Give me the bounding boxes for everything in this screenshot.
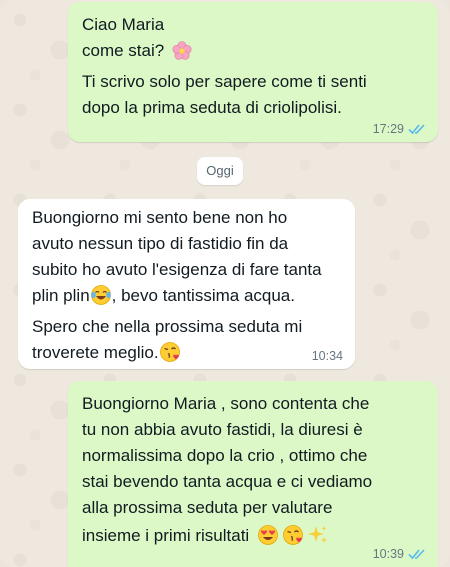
message-line: Ciao Maria (82, 15, 165, 34)
message-text: troverete meglio. (32, 343, 159, 362)
sparkles-emoji-icon (307, 524, 329, 556)
heart-eyes-emoji-icon (257, 524, 279, 556)
outgoing-message-2[interactable]: Buongiorno Maria , sono contenta che tu … (68, 381, 438, 567)
message-line: subito ho avuto l'esigenza di fare tanta (32, 260, 322, 279)
message-text: plin plin (32, 286, 90, 305)
message-line: come stai? (82, 38, 424, 69)
chat-area[interactable]: Ciao Maria come stai? Ti scrivo solo per… (0, 0, 450, 567)
message-line: avuto nessun tipo di fastidio fin da (32, 234, 289, 253)
message-line: alla prossima seduta per valutare (82, 498, 333, 517)
cherry-blossom-emoji-icon (172, 41, 192, 69)
double-check-icon (408, 549, 425, 560)
message-line: Ti scrivo solo per sapere come ti senti (82, 72, 367, 91)
message-line: plin plin , bevo tantissima acqua. (32, 283, 341, 314)
message-line: tu non abbia avuto fastidi, la diuresi è (82, 420, 363, 439)
message-line: dopo la prima seduta di criolipolisi. (82, 98, 342, 117)
message-time: 10:39 (372, 547, 404, 561)
message-text: , bevo tantissima acqua. (111, 286, 295, 305)
message-time: 10:34 (311, 349, 343, 363)
message-line: stai bevendo tanta acqua e ci vediamo (82, 472, 373, 491)
kiss-emoji-icon (282, 524, 304, 556)
day-separator: Oggi (197, 157, 243, 185)
message-text: come stai? (82, 41, 165, 60)
kiss-emoji-icon (159, 341, 181, 371)
message-time: 17:29 (372, 122, 404, 136)
message-meta: 10:34 (312, 349, 343, 363)
laughing-tears-emoji-icon (90, 284, 112, 314)
message-meta: 17:29 (373, 122, 426, 136)
outgoing-message-1[interactable]: Ciao Maria come stai? Ti scrivo solo per… (68, 2, 438, 142)
message-text: insieme i primi risultati (82, 526, 250, 545)
message-meta: 10:39 (373, 547, 426, 561)
message-line: troverete meglio. (32, 340, 341, 371)
message-line: Buongiorno Maria , sono contenta che (82, 394, 370, 413)
message-line: Buongiorno mi sento bene non ho (32, 208, 288, 227)
message-line: normalissima dopo la crio , ottimo che (82, 446, 368, 465)
incoming-message-1[interactable]: Buongiorno mi sento bene non ho avuto ne… (18, 199, 355, 369)
double-check-icon (408, 124, 425, 135)
message-line: Spero che nella prossima seduta mi (32, 317, 303, 336)
